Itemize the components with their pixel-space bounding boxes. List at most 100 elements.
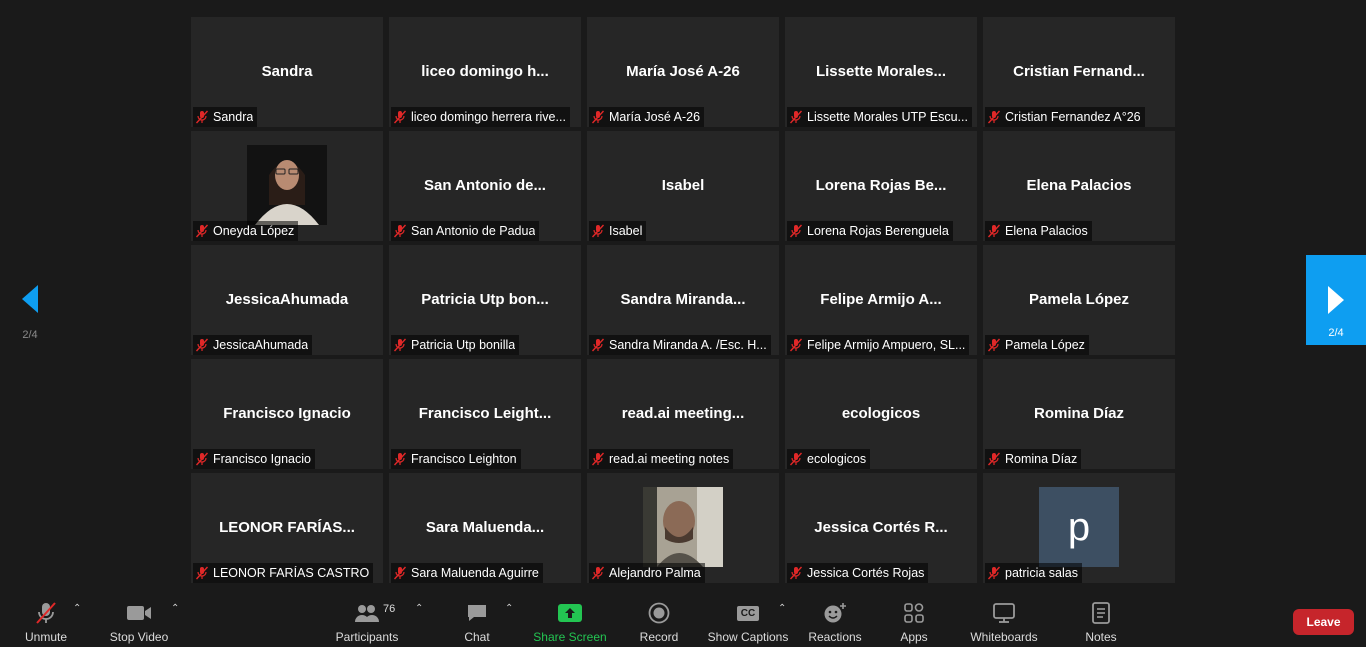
- apps-button[interactable]: Apps: [894, 600, 934, 644]
- participant-tile[interactable]: Isabel Isabel: [587, 131, 779, 241]
- stop-video-button[interactable]: Stop Video: [104, 600, 174, 644]
- participant-tile[interactable]: María José A-26 María José A-26: [587, 17, 779, 127]
- participant-name: ecologicos: [807, 452, 867, 466]
- record-label: Record: [639, 630, 679, 644]
- participant-name-label: Sandra Miranda A. /Esc. H...: [589, 335, 771, 355]
- participant-display-name: Patricia Utp bon...: [421, 291, 549, 308]
- reactions-button[interactable]: Reactions: [806, 600, 864, 644]
- muted-microphone-icon: [393, 452, 407, 466]
- participant-tile[interactable]: Elena Palacios Elena Palacios: [983, 131, 1175, 241]
- participant-name-label: Elena Palacios: [985, 221, 1092, 241]
- participant-tile[interactable]: Felipe Armijo A... Felipe Armijo Ampuero,…: [785, 245, 977, 355]
- participant-display-name: Sandra: [261, 63, 313, 80]
- audio-options-caret-icon[interactable]: ⌃: [73, 603, 81, 614]
- participant-tile[interactable]: Francisco Ignacio Francisco Ignacio: [191, 359, 383, 469]
- participant-name: Felipe Armijo Ampuero, SL...: [807, 338, 966, 352]
- triangle-right-icon: [1328, 286, 1344, 314]
- participant-name: Patricia Utp bonilla: [411, 338, 516, 352]
- page-indicator: 2/4: [1328, 327, 1344, 339]
- participant-display-name: Jessica Cortés R...: [814, 519, 948, 536]
- muted-microphone-icon: [591, 110, 605, 124]
- participant-name-label: read.ai meeting notes: [589, 449, 734, 469]
- participant-display-name: San Antonio de...: [424, 177, 546, 194]
- video-options-caret-icon[interactable]: ⌃: [171, 603, 179, 614]
- chat-bubble-icon: [468, 605, 486, 621]
- participant-tile[interactable]: read.ai meeting... read.ai meeting notes: [587, 359, 779, 469]
- participant-name-label: Francisco Ignacio: [193, 449, 315, 469]
- participant-tile[interactable]: p patricia salas: [983, 473, 1175, 583]
- participant-name-label: Cristian Fernandez A°26: [985, 107, 1145, 127]
- apps-icon: [904, 603, 924, 623]
- participant-tile[interactable]: liceo domingo h... liceo domingo herrera …: [389, 17, 581, 127]
- participant-name: LEONOR FARÍAS CASTRO: [213, 566, 370, 580]
- participant-tile[interactable]: Sandra Miranda... Sandra Miranda A. /Esc.…: [587, 245, 779, 355]
- participant-name: JessicaAhumada: [213, 338, 309, 352]
- page-indicator: 2/4: [22, 329, 38, 341]
- participant-tile[interactable]: Pamela López Pamela López: [983, 245, 1175, 355]
- participant-name: patricia salas: [1005, 566, 1078, 580]
- participant-display-name: Lorena Rojas Be...: [815, 177, 947, 194]
- participant-tile[interactable]: Lissette Morales... Lissette Morales UTP …: [785, 17, 977, 127]
- participant-name: Lorena Rojas Berenguela: [807, 224, 949, 238]
- avatar: p: [1039, 487, 1119, 567]
- chat-button[interactable]: Chat: [456, 600, 498, 644]
- reactions-label: Reactions: [808, 630, 862, 644]
- participant-display-name: Francisco Ignacio: [223, 405, 351, 422]
- participant-tile[interactable]: Patricia Utp bon... Patricia Utp bonilla: [389, 245, 581, 355]
- participant-name-label: Sandra: [193, 107, 258, 127]
- participant-name: Elena Palacios: [1005, 224, 1088, 238]
- chat-options-caret-icon[interactable]: ⌃: [505, 603, 513, 614]
- participant-tile[interactable]: Jessica Cortés R... Jessica Cortés Rojas: [785, 473, 977, 583]
- notes-button[interactable]: Notes: [1080, 600, 1122, 644]
- whiteboards-label: Whiteboards: [970, 630, 1038, 644]
- captions-options-caret-icon[interactable]: ⌃: [778, 603, 786, 614]
- participant-display-name: Felipe Armijo A...: [820, 291, 942, 308]
- participant-tile[interactable]: Romina Díaz Romina Díaz: [983, 359, 1175, 469]
- participant-name-label: Patricia Utp bonilla: [391, 335, 520, 355]
- participant-tile[interactable]: Sandra Sandra: [191, 17, 383, 127]
- share-screen-button[interactable]: Share Screen: [532, 600, 608, 644]
- participant-tile[interactable]: Francisco Leight... Francisco Leighton: [389, 359, 581, 469]
- smiley-plus-icon: [824, 603, 846, 623]
- whiteboard-icon: [993, 603, 1015, 623]
- participant-name: liceo domingo herrera rive...: [411, 110, 566, 124]
- participant-tile[interactable]: San Antonio de... San Antonio de Padua: [389, 131, 581, 241]
- participant-tile[interactable]: ecologicos ecologicos: [785, 359, 977, 469]
- participant-display-name: ecologicos: [841, 405, 921, 422]
- muted-microphone-icon: [393, 338, 407, 352]
- record-button[interactable]: Record: [636, 600, 682, 644]
- participants-options-caret-icon[interactable]: ⌃: [415, 603, 423, 614]
- participant-name-label: María José A-26: [589, 107, 705, 127]
- muted-microphone-icon: [195, 452, 209, 466]
- participant-display-name: JessicaAhumada: [225, 291, 349, 308]
- unmute-button[interactable]: Unmute: [18, 600, 74, 644]
- whiteboards-button[interactable]: Whiteboards: [966, 600, 1042, 644]
- participant-display-name: Isabel: [661, 177, 705, 194]
- record-icon: [648, 602, 670, 624]
- participant-name-label: Romina Díaz: [985, 449, 1082, 469]
- chat-label: Chat: [464, 630, 490, 644]
- participant-name: Sandra Miranda A. /Esc. H...: [609, 338, 767, 352]
- participant-tile[interactable]: LEONOR FARÍAS... LEONOR FARÍAS CASTRO: [191, 473, 383, 583]
- participant-tile[interactable]: Lorena Rojas Be... Lorena Rojas Berenguel…: [785, 131, 977, 241]
- participant-display-name: Sara Maluenda...: [425, 519, 545, 536]
- participant-tile[interactable]: Sara Maluenda... Sara Maluenda Aguirre: [389, 473, 581, 583]
- next-page-button[interactable]: 2/4: [1306, 255, 1366, 345]
- participant-name-label: Jessica Cortés Rojas: [787, 563, 929, 583]
- muted-microphone-icon: [987, 566, 1001, 580]
- participant-display-name: Lissette Morales...: [815, 63, 947, 80]
- muted-microphone-icon: [393, 224, 407, 238]
- participant-tile[interactable]: Alejandro Palma: [587, 473, 779, 583]
- participant-tile[interactable]: Oneyda López: [191, 131, 383, 241]
- participant-name-label: Pamela López: [985, 335, 1089, 355]
- previous-page-button[interactable]: 2/4: [12, 284, 48, 341]
- participant-display-name: Cristian Fernand...: [1013, 63, 1145, 80]
- muted-microphone-icon: [987, 338, 1001, 352]
- muted-microphone-icon: [789, 566, 803, 580]
- participant-tile[interactable]: Cristian Fernand... Cristian Fernandez A°…: [983, 17, 1175, 127]
- participant-display-name: read.ai meeting...: [621, 405, 745, 422]
- participant-name-label: ecologicos: [787, 449, 871, 469]
- participant-tile[interactable]: JessicaAhumada JessicaAhumada: [191, 245, 383, 355]
- participant-name: read.ai meeting notes: [609, 452, 730, 466]
- leave-button[interactable]: Leave: [1293, 609, 1354, 635]
